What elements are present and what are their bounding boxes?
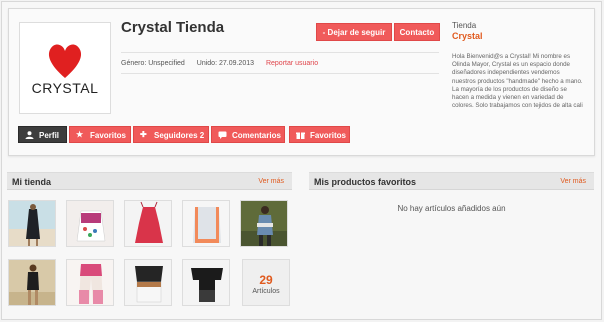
product-thumbnail[interactable] bbox=[8, 259, 56, 306]
sidebar-store-name[interactable]: Crystal bbox=[452, 31, 584, 41]
contact-button[interactable]: Contacto bbox=[394, 23, 440, 41]
empty-favorites-message: No hay artículos añadidos aún bbox=[397, 204, 506, 213]
panel-header: Mi tienda Ver más bbox=[7, 172, 292, 190]
product-thumbnail[interactable] bbox=[66, 259, 114, 306]
unfollow-button[interactable]: - Dejar de seguir bbox=[316, 23, 392, 41]
tab-perfil[interactable]: Perfil bbox=[18, 126, 67, 143]
joined-text: Unido: 27.09.2013 bbox=[196, 60, 254, 67]
tab-seguidores[interactable]: ✚ Seguidores 2 bbox=[133, 126, 209, 143]
sidebar-label: Tienda bbox=[452, 21, 477, 30]
gift-icon bbox=[296, 131, 305, 139]
product-thumbnail[interactable] bbox=[8, 200, 56, 247]
logo-text: CRYSTAL bbox=[32, 80, 99, 96]
star-icon: ★ bbox=[76, 130, 84, 139]
store-description: Hola Bienvenid@s a Crystal! Mi nombre es… bbox=[452, 53, 583, 110]
favorites-panel: Mis productos favoritos Ver más bbox=[309, 172, 594, 190]
tab-favoritos-2[interactable]: Favoritos bbox=[289, 126, 350, 143]
store-title: Crystal Tienda bbox=[121, 19, 225, 36]
report-user-link[interactable]: Reportar usuario bbox=[266, 60, 318, 67]
product-thumbnail[interactable] bbox=[182, 200, 230, 247]
articles-count-label: Artículos bbox=[252, 288, 280, 295]
divider bbox=[121, 73, 439, 74]
tab-label: Seguidores 2 bbox=[154, 131, 205, 140]
store-meta: Género: Unspecified Unido: 27.09.2013 Re… bbox=[121, 60, 328, 67]
articles-count[interactable]: 29 Artículos bbox=[242, 259, 290, 306]
tab-favoritos[interactable]: ★ Favoritos bbox=[69, 126, 131, 143]
articles-count-number: 29 bbox=[259, 273, 273, 287]
tab-label: Favoritos bbox=[90, 131, 127, 140]
tab-comentarios[interactable]: Comentarios bbox=[211, 126, 285, 143]
gender-text: Género: Unspecified bbox=[121, 60, 185, 67]
tab-label: Comentarios bbox=[232, 131, 281, 140]
panel-title: Mi tienda bbox=[12, 177, 52, 187]
store-sidebar: Tienda Crystal Hola Bienvenid@s a Crysta… bbox=[452, 21, 584, 110]
see-more-link[interactable]: Ver más bbox=[560, 178, 586, 185]
store-logo[interactable]: CRYSTAL bbox=[19, 22, 111, 114]
tab-label: Perfil bbox=[39, 131, 60, 140]
tab-label: Favoritos bbox=[310, 131, 347, 140]
heart-icon bbox=[48, 44, 82, 78]
plus-icon: ✚ bbox=[140, 130, 147, 139]
my-store-panel: Mi tienda Ver más bbox=[7, 172, 292, 190]
panel-header: Mis productos favoritos Ver más bbox=[309, 172, 594, 190]
divider bbox=[121, 52, 439, 53]
product-thumbnail[interactable] bbox=[240, 200, 288, 247]
product-thumbnail[interactable] bbox=[124, 259, 172, 306]
product-thumbnail[interactable] bbox=[124, 200, 172, 247]
product-thumbnail[interactable] bbox=[182, 259, 230, 306]
see-more-link[interactable]: Ver más bbox=[258, 178, 284, 185]
product-thumbnail[interactable] bbox=[66, 200, 114, 247]
panel-title: Mis productos favoritos bbox=[314, 177, 417, 187]
comment-icon bbox=[218, 131, 227, 139]
user-icon bbox=[25, 131, 34, 139]
